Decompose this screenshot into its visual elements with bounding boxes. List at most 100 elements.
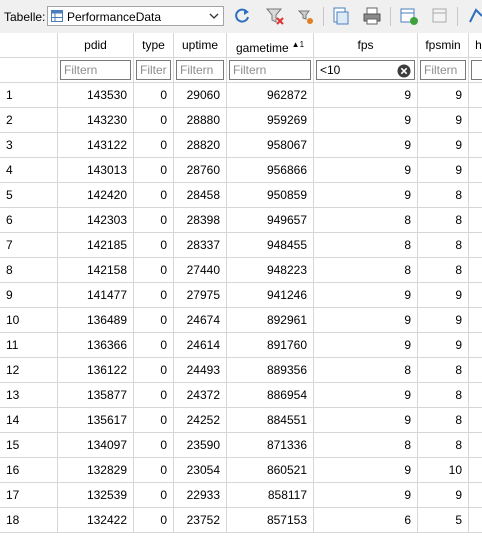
table-row[interactable]: 14 135617 0 24252 884551 9 8: [0, 408, 482, 433]
corner-header[interactable]: [0, 33, 58, 58]
cell-uptime[interactable]: 24614: [174, 333, 227, 358]
table-row[interactable]: 2 143230 0 28880 959269 9 9: [0, 108, 482, 133]
cell-pdid[interactable]: 143013: [58, 158, 134, 183]
cell-h[interactable]: [469, 83, 482, 108]
cell-type[interactable]: 0: [134, 408, 174, 433]
column-header-fps[interactable]: fps: [314, 33, 418, 58]
cell-pdid[interactable]: 143230: [58, 108, 134, 133]
cell-h[interactable]: [469, 358, 482, 383]
table-row[interactable]: 5 142420 0 28458 950859 9 8: [0, 183, 482, 208]
cell-fps[interactable]: 9: [314, 458, 418, 483]
row-number[interactable]: 2: [0, 108, 58, 133]
cell-uptime[interactable]: 28820: [174, 133, 227, 158]
row-number[interactable]: 4: [0, 158, 58, 183]
cell-fpsmin[interactable]: 9: [418, 283, 469, 308]
cell-type[interactable]: 0: [134, 158, 174, 183]
save-filter-icon[interactable]: [296, 6, 316, 26]
cell-gametime[interactable]: 858117: [227, 483, 314, 508]
row-number[interactable]: 13: [0, 383, 58, 408]
table-row[interactable]: 6 142303 0 28398 949657 8 8: [0, 208, 482, 233]
cell-uptime[interactable]: 24493: [174, 358, 227, 383]
cell-type[interactable]: 0: [134, 258, 174, 283]
cell-pdid[interactable]: 132422: [58, 508, 134, 533]
cell-gametime[interactable]: 949657: [227, 208, 314, 233]
clear-filters-icon[interactable]: [265, 6, 285, 26]
table-row[interactable]: 9 141477 0 27975 941246 9 9: [0, 283, 482, 308]
cell-type[interactable]: 0: [134, 183, 174, 208]
cell-uptime[interactable]: 27440: [174, 258, 227, 283]
cell-type[interactable]: 0: [134, 283, 174, 308]
cell-fps[interactable]: 9: [314, 308, 418, 333]
cell-uptime[interactable]: 28760: [174, 158, 227, 183]
filter-input-fpsmin[interactable]: [420, 60, 466, 80]
cell-pdid[interactable]: 132539: [58, 483, 134, 508]
column-header-pdid[interactable]: pdid: [58, 33, 134, 58]
cell-type[interactable]: 0: [134, 458, 174, 483]
cell-type[interactable]: 0: [134, 308, 174, 333]
cell-fps[interactable]: 9: [314, 483, 418, 508]
cell-fpsmin[interactable]: 9: [418, 308, 469, 333]
cell-uptime[interactable]: 22933: [174, 483, 227, 508]
cell-fps[interactable]: 9: [314, 133, 418, 158]
table-row[interactable]: 18 132422 0 23752 857153 6 5: [0, 508, 482, 533]
cell-pdid[interactable]: 136489: [58, 308, 134, 333]
cell-gametime[interactable]: 941246: [227, 283, 314, 308]
cell-gametime[interactable]: 948223: [227, 258, 314, 283]
row-number[interactable]: 10: [0, 308, 58, 333]
cell-fpsmin[interactable]: 8: [418, 433, 469, 458]
cell-fps[interactable]: 8: [314, 358, 418, 383]
row-number[interactable]: 12: [0, 358, 58, 383]
table-row[interactable]: 13 135877 0 24372 886954 9 8: [0, 383, 482, 408]
cell-fpsmin[interactable]: 8: [418, 208, 469, 233]
cell-type[interactable]: 0: [134, 433, 174, 458]
cell-h[interactable]: [469, 333, 482, 358]
cell-gametime[interactable]: 871336: [227, 433, 314, 458]
row-number[interactable]: 15: [0, 433, 58, 458]
table-row[interactable]: 11 136366 0 24614 891760 9 9: [0, 333, 482, 358]
cell-fpsmin[interactable]: 8: [418, 258, 469, 283]
row-number[interactable]: 9: [0, 283, 58, 308]
cell-fpsmin[interactable]: 8: [418, 358, 469, 383]
cell-gametime[interactable]: 892961: [227, 308, 314, 333]
cell-type[interactable]: 0: [134, 133, 174, 158]
cell-gametime[interactable]: 950859: [227, 183, 314, 208]
table-row[interactable]: 15 134097 0 23590 871336 8 8: [0, 433, 482, 458]
cell-pdid[interactable]: 142158: [58, 258, 134, 283]
cell-type[interactable]: 0: [134, 83, 174, 108]
cell-gametime[interactable]: 857153: [227, 508, 314, 533]
filter-input-type[interactable]: [136, 60, 171, 80]
filter-input-h[interactable]: [471, 60, 482, 80]
cell-gametime[interactable]: 886954: [227, 383, 314, 408]
cell-type[interactable]: 0: [134, 358, 174, 383]
cell-gametime[interactable]: 891760: [227, 333, 314, 358]
cell-h[interactable]: [469, 283, 482, 308]
cell-gametime[interactable]: 889356: [227, 358, 314, 383]
cell-fpsmin[interactable]: 5: [418, 508, 469, 533]
cell-type[interactable]: 0: [134, 208, 174, 233]
cell-gametime[interactable]: 962872: [227, 83, 314, 108]
cell-h[interactable]: [469, 408, 482, 433]
row-number[interactable]: 11: [0, 333, 58, 358]
cell-uptime[interactable]: 23054: [174, 458, 227, 483]
cell-pdid[interactable]: 136366: [58, 333, 134, 358]
row-number[interactable]: 14: [0, 408, 58, 433]
cell-uptime[interactable]: 23752: [174, 508, 227, 533]
table-select[interactable]: PerformanceData: [47, 6, 224, 26]
cell-gametime[interactable]: 860521: [227, 458, 314, 483]
cell-h[interactable]: [469, 308, 482, 333]
column-header-fpsmin[interactable]: fpsmin: [418, 33, 469, 58]
cell-type[interactable]: 0: [134, 333, 174, 358]
cell-fpsmin[interactable]: 8: [418, 383, 469, 408]
cell-fps[interactable]: 9: [314, 283, 418, 308]
cell-fps[interactable]: 8: [314, 258, 418, 283]
cell-uptime[interactable]: 28398: [174, 208, 227, 233]
row-number[interactable]: 5: [0, 183, 58, 208]
cell-uptime[interactable]: 23590: [174, 433, 227, 458]
filter-input-gametime[interactable]: [229, 60, 311, 80]
cell-fps[interactable]: 9: [314, 183, 418, 208]
cell-gametime[interactable]: 884551: [227, 408, 314, 433]
refresh-icon[interactable]: [232, 6, 252, 26]
cell-fps[interactable]: 8: [314, 233, 418, 258]
cell-h[interactable]: [469, 158, 482, 183]
cell-pdid[interactable]: 134097: [58, 433, 134, 458]
